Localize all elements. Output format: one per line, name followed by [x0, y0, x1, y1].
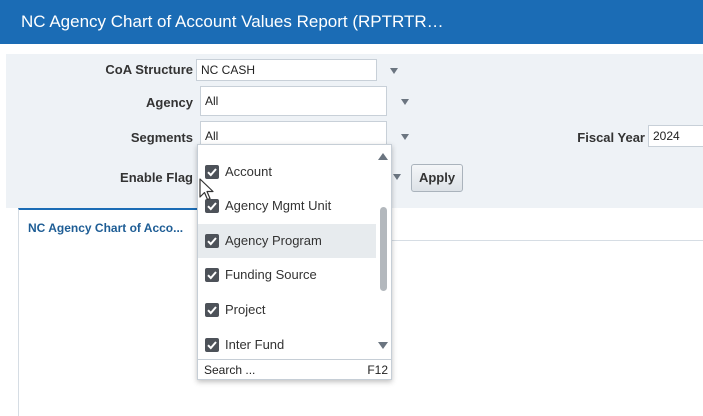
apply-button[interactable]: Apply [411, 164, 463, 192]
report-title: NC Agency Chart of Account Values Report… [21, 12, 444, 31]
segments-label: Segments [130, 130, 193, 145]
scroll-up-icon[interactable] [378, 153, 388, 160]
segment-option-label: Agency Program [225, 233, 322, 248]
agency-field[interactable]: All [200, 86, 387, 116]
segment-option-project[interactable]: Project [198, 293, 376, 327]
segments-dropdown-icon[interactable] [401, 134, 409, 140]
fiscal-year-field[interactable]: 2024 [648, 125, 703, 147]
fiscal-year-label: Fiscal Year [577, 130, 645, 145]
scroll-down-icon[interactable] [378, 342, 388, 349]
coa-structure-dropdown-icon[interactable] [390, 68, 398, 74]
checkbox-checked-icon[interactable] [205, 268, 219, 282]
scrollbar-thumb[interactable] [380, 207, 387, 291]
segment-option-agency-program[interactable]: Agency Program [198, 224, 376, 258]
enable-flag-dropdown-icon[interactable] [393, 174, 401, 180]
checkbox-checked-icon[interactable] [205, 234, 219, 248]
segment-option-label: Account [225, 164, 272, 179]
checkbox-checked-icon[interactable] [205, 303, 219, 317]
segment-option-inter-fund[interactable]: Inter Fund [198, 328, 376, 362]
dropdown-search-row[interactable]: Search ... F12 [198, 359, 391, 380]
segment-option-label: Funding Source [225, 267, 317, 282]
checkbox-checked-icon[interactable] [205, 338, 219, 352]
segment-option-account[interactable]: Account [198, 155, 376, 189]
segment-option-label: Agency Mgmt Unit [225, 198, 332, 213]
header-spacer [0, 44, 703, 54]
report-title-bar: NC Agency Chart of Account Values Report… [0, 0, 703, 44]
search-link[interactable]: Search ... [204, 363, 255, 377]
enable-flag-label: Enable Flag [120, 170, 193, 185]
search-shortcut: F12 [367, 363, 388, 377]
checkbox-checked-icon[interactable] [205, 165, 219, 179]
mouse-pointer-icon [199, 178, 214, 201]
agency-label: Agency [146, 95, 193, 110]
segment-option-label: Project [225, 302, 266, 317]
segment-option-agency-mgmt-unit[interactable]: Agency Mgmt Unit [198, 189, 376, 223]
segments-dropdown-list: Account Agency Mgmt Unit Agency Program … [197, 144, 392, 380]
coa-structure-label: CoA Structure [105, 62, 193, 77]
coa-structure-field[interactable]: NC CASH [196, 59, 377, 81]
agency-dropdown-icon[interactable] [401, 99, 409, 105]
tab-report[interactable]: NC Agency Chart of Acco... [18, 208, 204, 241]
segment-option-label: Inter Fund [225, 337, 285, 352]
segment-option-funding-source[interactable]: Funding Source [198, 258, 376, 292]
